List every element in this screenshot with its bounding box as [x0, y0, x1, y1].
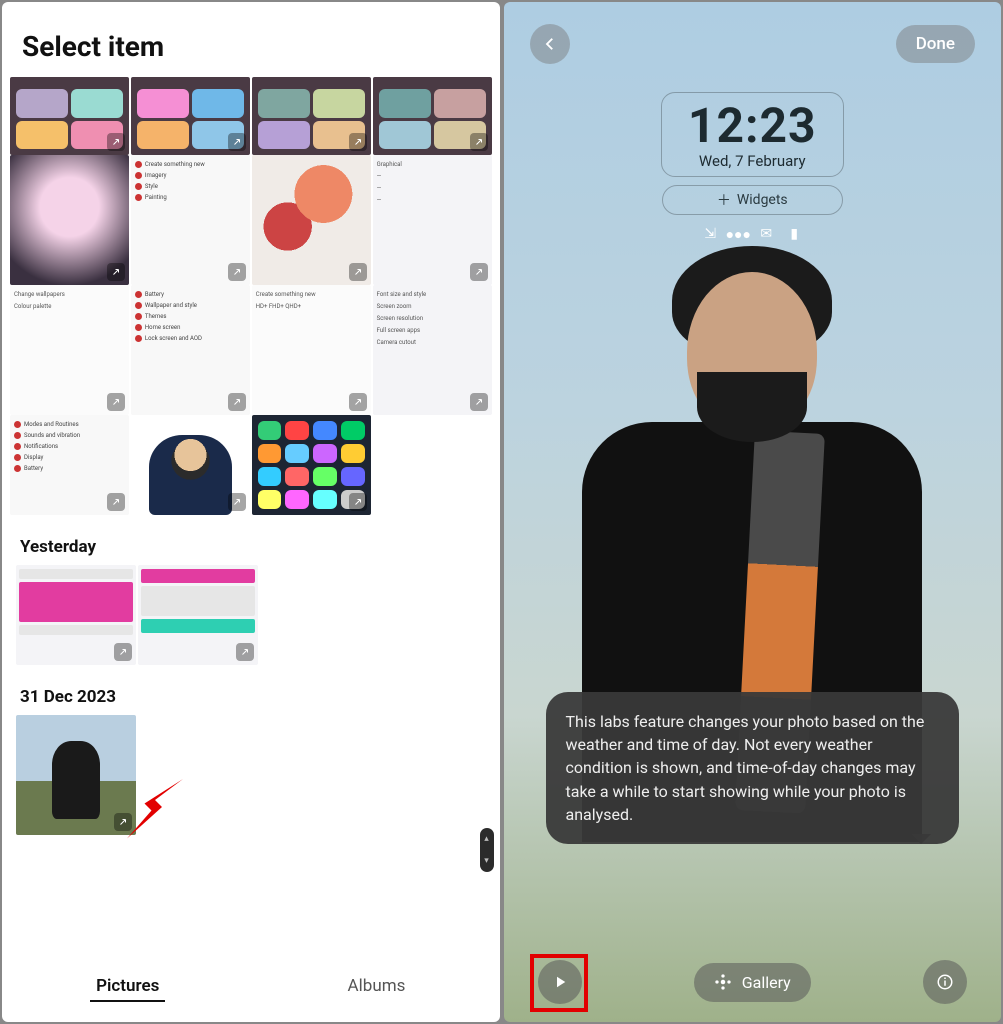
wallpaper-photo: [504, 212, 1002, 1022]
expand-icon: [349, 493, 367, 511]
info-button[interactable]: [923, 960, 967, 1004]
tab-albums[interactable]: Albums: [342, 972, 412, 1002]
thumbnail[interactable]: [252, 77, 371, 155]
done-button[interactable]: Done: [896, 25, 975, 63]
thumbnail[interactable]: [138, 565, 258, 665]
expand-icon: [470, 263, 488, 281]
thumbnail[interactable]: [252, 155, 371, 285]
expand-icon: [470, 133, 488, 151]
thumbnail[interactable]: Create something newImageryStylePainting: [131, 155, 250, 285]
thumbnail[interactable]: Graphical———: [373, 155, 492, 285]
expand-icon: [107, 263, 125, 281]
labs-feature-tooltip: This labs feature changes your photo bas…: [546, 692, 960, 844]
thumbnail-portrait[interactable]: [16, 715, 136, 835]
bottom-tabs: Pictures Albums: [2, 960, 500, 1022]
thumbnail[interactable]: [131, 77, 250, 155]
section-header-dec: 31 Dec 2023: [2, 665, 500, 715]
thumbnail-empty: [373, 415, 492, 515]
thumbnail[interactable]: [252, 415, 371, 515]
thumb-row-recent: [2, 77, 500, 155]
thumbnail[interactable]: Modes and RoutinesSounds and vibrationNo…: [10, 415, 129, 515]
chevron-down-icon: ▾: [484, 856, 489, 866]
annotation-arrow: [120, 772, 190, 842]
mail-icon: ✉: [757, 225, 775, 243]
expand-icon: [470, 393, 488, 411]
thumbnail[interactable]: Change wallpapersColour palette: [10, 285, 129, 415]
thumbnail[interactable]: [131, 415, 250, 515]
expand-icon: [228, 393, 246, 411]
chevron-up-icon: ▴: [484, 834, 489, 844]
thumb-row-yesterday: [2, 565, 500, 665]
page-title: Select item: [2, 2, 500, 77]
widgets-label: Widgets: [737, 192, 788, 208]
notification-icons: ⇲ ●●● ✉ ▮: [701, 225, 803, 243]
expand-icon: [107, 393, 125, 411]
add-widgets-button[interactable]: ＋ Widgets: [662, 185, 843, 215]
annotation-highlight-box: [530, 954, 588, 1012]
gallery-picker-screen: Select item Create something newImageryS…: [2, 2, 500, 1022]
expand-icon: [349, 263, 367, 281]
thumb-row-dec: [2, 715, 500, 835]
lockscreen-editor-screen: Done 12:23 Wed, 7 February ＋ Widgets ⇲ ●…: [504, 2, 1002, 1022]
gallery-button[interactable]: Gallery: [694, 963, 811, 1002]
plus-icon: ＋: [717, 190, 731, 210]
expand-icon: [349, 133, 367, 151]
gallery-source-icon: [714, 973, 732, 991]
thumbnail[interactable]: Create something newHD+ FHD+ QHD+: [252, 285, 371, 415]
expand-icon: [236, 643, 254, 661]
clock-widget[interactable]: 12:23 Wed, 7 February: [661, 92, 844, 177]
thumbnail[interactable]: Font size and styleScreen zoomScreen res…: [373, 285, 492, 415]
thumbnail[interactable]: [16, 565, 136, 665]
thumbnail[interactable]: BatteryWallpaper and styleThemesHome scr…: [131, 285, 250, 415]
chevron-left-icon: [541, 35, 559, 53]
tab-pictures[interactable]: Pictures: [90, 972, 165, 1002]
expand-icon: [107, 493, 125, 511]
thumb-row: Change wallpapersColour palette BatteryW…: [2, 285, 500, 415]
expand-icon: [228, 133, 246, 151]
thumb-row: Create something newImageryStylePainting…: [2, 155, 500, 285]
expand-icon: [349, 393, 367, 411]
expand-icon: [107, 133, 125, 151]
gallery-label: Gallery: [742, 973, 791, 992]
thumbnail[interactable]: [10, 155, 129, 285]
thumbnail[interactable]: [10, 77, 129, 155]
thumb-row: Modes and RoutinesSounds and vibrationNo…: [2, 415, 500, 515]
clock-date: Wed, 7 February: [688, 152, 817, 170]
sim-icon: ▮: [785, 225, 803, 243]
expand-icon: [114, 643, 132, 661]
info-icon: [936, 973, 954, 991]
expand-icon: [228, 493, 246, 511]
section-header-yesterday: Yesterday: [2, 515, 500, 565]
back-button[interactable]: [530, 24, 570, 64]
missed-call-icon: ⇲: [701, 225, 719, 243]
expand-icon: [228, 263, 246, 281]
fast-scroll-handle[interactable]: ▴ ▾: [480, 828, 494, 872]
messages-icon: ●●●: [729, 225, 747, 243]
clock-time: 12:23: [688, 97, 817, 154]
thumbnail[interactable]: [373, 77, 492, 155]
